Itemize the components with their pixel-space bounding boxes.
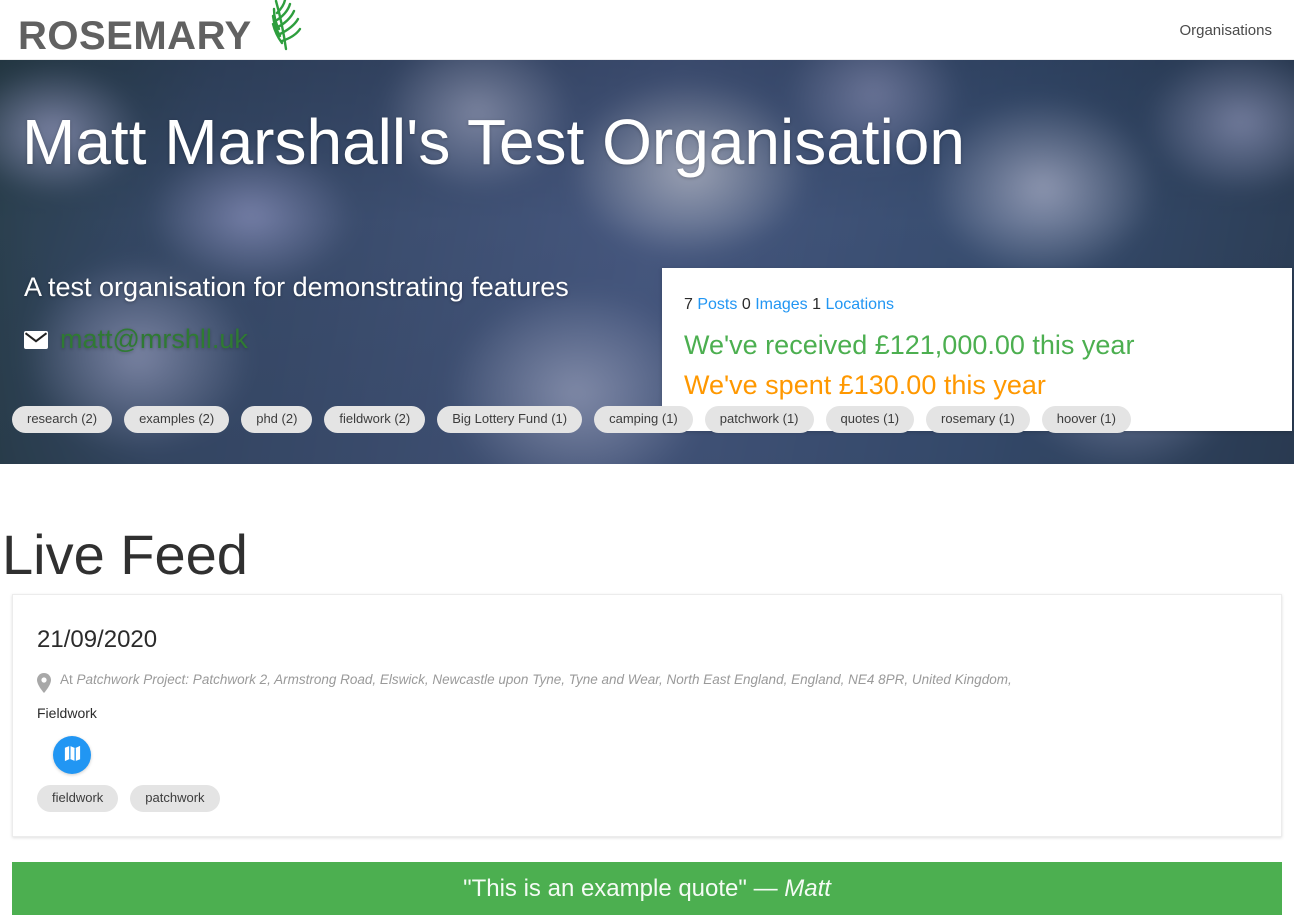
- map-icon: [63, 744, 82, 766]
- received-total: We've received £121,000.00 this year: [684, 330, 1135, 360]
- stats-counts-row: 7 Posts 0 Images 1 Locations: [684, 296, 894, 314]
- images-count: 0: [741, 296, 751, 313]
- page-title: Matt Marshall's Test Organisation: [22, 106, 965, 178]
- tag-pill-research[interactable]: research (2): [12, 406, 113, 433]
- map-icon-button[interactable]: [53, 736, 91, 774]
- post-location-address: Patchwork Project: Patchwork 2, Armstron…: [76, 672, 1012, 687]
- rosemary-sprig-icon: [246, 0, 302, 56]
- locations-count: 1: [812, 296, 822, 313]
- navbar-links: Organisations: [1179, 0, 1272, 60]
- tag-pill-patchwork[interactable]: patchwork (1): [704, 406, 814, 433]
- post-location-text: At Patchwork Project: Patchwork 2, Armst…: [60, 671, 1012, 689]
- images-link[interactable]: Images: [755, 296, 807, 313]
- map-pin-icon: [35, 672, 53, 694]
- tag-pill-camping[interactable]: camping (1): [594, 406, 693, 433]
- locations-link[interactable]: Locations: [825, 296, 894, 313]
- hero-banner: Matt Marshall's Test Organisation A test…: [0, 60, 1294, 464]
- post-location-prefix: At: [60, 672, 77, 687]
- feed-post-card: 21/09/2020 At Patchwork Project: Patchwo…: [12, 594, 1282, 837]
- tag-pill-big-lottery-fund[interactable]: Big Lottery Fund (1): [437, 406, 583, 433]
- post-tag-fieldwork[interactable]: fieldwork: [37, 785, 119, 812]
- tag-filter-list: research (2) examples (2) phd (2) fieldw…: [12, 406, 1131, 433]
- nav-link-organisations[interactable]: Organisations: [1179, 22, 1272, 39]
- brand-name: ROSEMARY: [18, 14, 252, 58]
- tag-pill-hoover[interactable]: hoover (1): [1041, 406, 1131, 433]
- post-location-row: At Patchwork Project: Patchwork 2, Armst…: [35, 671, 1255, 694]
- tag-pill-examples[interactable]: examples (2): [124, 406, 230, 433]
- top-navbar: ROSEMARY Organisations: [0, 0, 1294, 60]
- tag-pill-quotes[interactable]: quotes (1): [825, 406, 915, 433]
- contact-email-row: matt@mrshll.uk: [24, 324, 248, 355]
- post-tag-list: fieldwork patchwork: [37, 785, 220, 812]
- post-body-text: Fieldwork: [37, 705, 97, 721]
- posts-link[interactable]: Posts: [697, 296, 737, 313]
- posts-count: 7: [684, 296, 693, 313]
- tag-pill-phd[interactable]: phd (2): [241, 406, 313, 433]
- quote-author: Matt: [784, 874, 831, 902]
- quote-text: "This is an example quote" — Matt: [463, 875, 831, 903]
- quote-body: "This is an example quote" —: [463, 874, 785, 902]
- quote-banner: "This is an example quote" — Matt: [12, 862, 1282, 915]
- tag-pill-rosemary[interactable]: rosemary (1): [926, 406, 1030, 433]
- brand-logo[interactable]: ROSEMARY: [18, 0, 302, 58]
- contact-email-link[interactable]: matt@mrshll.uk: [60, 324, 248, 355]
- organisation-description: A test organisation for demonstrating fe…: [24, 272, 569, 302]
- tag-pill-fieldwork[interactable]: fieldwork (2): [324, 406, 426, 433]
- mail-icon: [24, 330, 48, 349]
- live-feed-heading: Live Feed: [2, 522, 248, 586]
- post-date: 21/09/2020: [37, 626, 158, 653]
- spent-total: We've spent £130.00 this year: [684, 370, 1046, 400]
- post-tag-patchwork[interactable]: patchwork: [130, 785, 220, 812]
